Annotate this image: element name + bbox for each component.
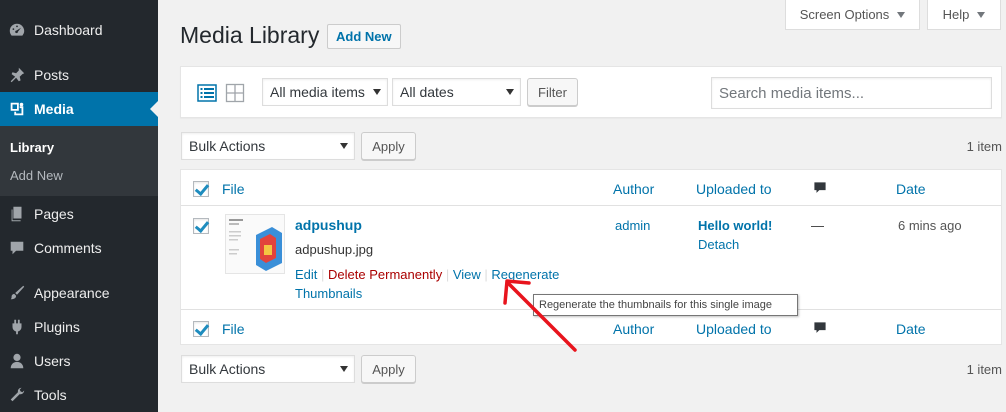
column-file[interactable]: File — [222, 181, 245, 197]
list-view-icon[interactable] — [197, 83, 217, 103]
media-table: File Author Uploaded to Date adpushup ad… — [180, 169, 1002, 345]
help-label: Help — [942, 7, 970, 22]
row-checkbox[interactable] — [193, 218, 209, 234]
regenerate-thumbnails-link[interactable]: Thumbnails — [295, 286, 362, 301]
comments-column-icon[interactable] — [813, 321, 827, 335]
page-title: Media Library — [180, 22, 320, 48]
media-type-value: All media items — [270, 84, 365, 100]
select-all-checkbox[interactable] — [193, 181, 209, 197]
date-select[interactable]: All dates — [392, 78, 521, 106]
caret-down-icon — [977, 11, 986, 18]
pages-icon — [0, 197, 34, 231]
bulk-actions-value: Bulk Actions — [189, 361, 266, 377]
apply-button[interactable]: Apply — [361, 132, 416, 160]
caret-down-icon — [897, 11, 906, 18]
sidebar-item-label: Media — [34, 101, 74, 117]
annotation-arrow-icon — [503, 279, 577, 352]
add-new-button[interactable]: Add New — [327, 24, 401, 49]
caret-down-icon — [340, 366, 348, 372]
thumbnail-image — [226, 215, 284, 273]
sidebar-item-media[interactable]: Media — [0, 92, 158, 126]
grid-view-icon[interactable] — [225, 83, 245, 103]
caret-down-icon — [373, 89, 381, 95]
users-icon — [0, 344, 34, 378]
search-input[interactable]: Search media items... — [711, 77, 992, 109]
bulk-actions-value: Bulk Actions — [189, 138, 266, 154]
sidebar-item-label: Plugins — [34, 319, 80, 335]
sidebar-item-label: Posts — [34, 67, 70, 83]
screen-options-label: Screen Options — [799, 7, 890, 22]
column-file-footer[interactable]: File — [222, 321, 245, 337]
sidebar-item-label: Tools — [34, 387, 67, 403]
delete-permanently-link[interactable]: Delete Permanently — [328, 267, 442, 282]
edit-link[interactable]: Edit — [295, 267, 317, 282]
column-author[interactable]: Author — [613, 181, 654, 197]
sidebar-item-label: Appearance — [34, 285, 110, 301]
media-type-select[interactable]: All media items — [262, 78, 388, 106]
caret-down-icon — [506, 89, 514, 95]
bulk-actions-select-bottom[interactable]: Bulk Actions — [181, 355, 355, 383]
apply-button-bottom[interactable]: Apply — [361, 355, 416, 383]
sidebar-item-pages[interactable]: Pages — [0, 197, 158, 231]
sidebar-item-tools[interactable]: Tools — [0, 378, 158, 412]
separator: | — [321, 267, 329, 282]
media-filename: adpushup.jpg — [295, 242, 374, 257]
filter-button[interactable]: Filter — [527, 78, 578, 106]
item-count: 1 item — [966, 139, 1002, 154]
sidebar-item-appearance[interactable]: Appearance — [0, 276, 158, 310]
tools-icon — [0, 378, 34, 412]
column-date-footer[interactable]: Date — [896, 321, 926, 337]
plugin-icon — [0, 310, 34, 344]
bulk-actions-select[interactable]: Bulk Actions — [181, 132, 355, 160]
media-submenu: Library Add New — [0, 126, 158, 196]
separator: | — [445, 267, 453, 282]
author-link[interactable]: admin — [615, 218, 650, 233]
media-icon — [0, 92, 34, 126]
select-all-checkbox-footer[interactable] — [193, 321, 209, 337]
sidebar-item-label: Dashboard — [34, 22, 103, 38]
sidebar-item-comments[interactable]: Comments — [0, 231, 158, 265]
pin-icon — [0, 58, 34, 92]
sidebar-item-plugins[interactable]: Plugins — [0, 310, 158, 344]
detach-link[interactable]: Detach — [698, 237, 739, 252]
column-uploaded-to[interactable]: Uploaded to — [696, 181, 772, 197]
comments-column-icon[interactable] — [813, 181, 827, 195]
sidebar-item-label: Pages — [34, 206, 74, 222]
media-date: 6 mins ago — [898, 218, 962, 233]
sidebar-item-posts[interactable]: Posts — [0, 58, 158, 92]
dashboard-icon — [0, 13, 34, 47]
header-divider — [181, 205, 1001, 206]
caret-down-icon — [340, 143, 348, 149]
brush-icon — [0, 276, 34, 310]
sidebar-item-users[interactable]: Users — [0, 344, 158, 378]
comments-count: — — [811, 218, 824, 233]
sidebar-item-dashboard[interactable]: Dashboard — [0, 13, 158, 47]
sidebar-item-label: Users — [34, 353, 71, 369]
uploaded-to-link[interactable]: Hello world! — [698, 218, 772, 233]
media-title-link[interactable]: adpushup — [295, 217, 362, 233]
submenu-library[interactable]: Library — [10, 140, 54, 155]
date-value: All dates — [400, 84, 454, 100]
media-toolbar: All media items All dates Filter Search … — [180, 66, 1002, 118]
item-count-bottom: 1 item — [966, 362, 1002, 377]
screen-options-button[interactable]: Screen Options — [785, 0, 920, 30]
help-button[interactable]: Help — [927, 0, 1001, 30]
comments-icon — [0, 231, 34, 265]
view-link[interactable]: View — [453, 267, 481, 282]
admin-sidebar: Dashboard Posts Media Library Add New Pa… — [0, 0, 158, 412]
sidebar-item-label: Comments — [34, 240, 102, 256]
column-uploaded-to-footer[interactable]: Uploaded to — [696, 321, 772, 337]
column-date[interactable]: Date — [896, 181, 926, 197]
media-thumbnail[interactable] — [225, 214, 285, 274]
column-author-footer[interactable]: Author — [613, 321, 654, 337]
submenu-add-new[interactable]: Add New — [10, 168, 63, 183]
